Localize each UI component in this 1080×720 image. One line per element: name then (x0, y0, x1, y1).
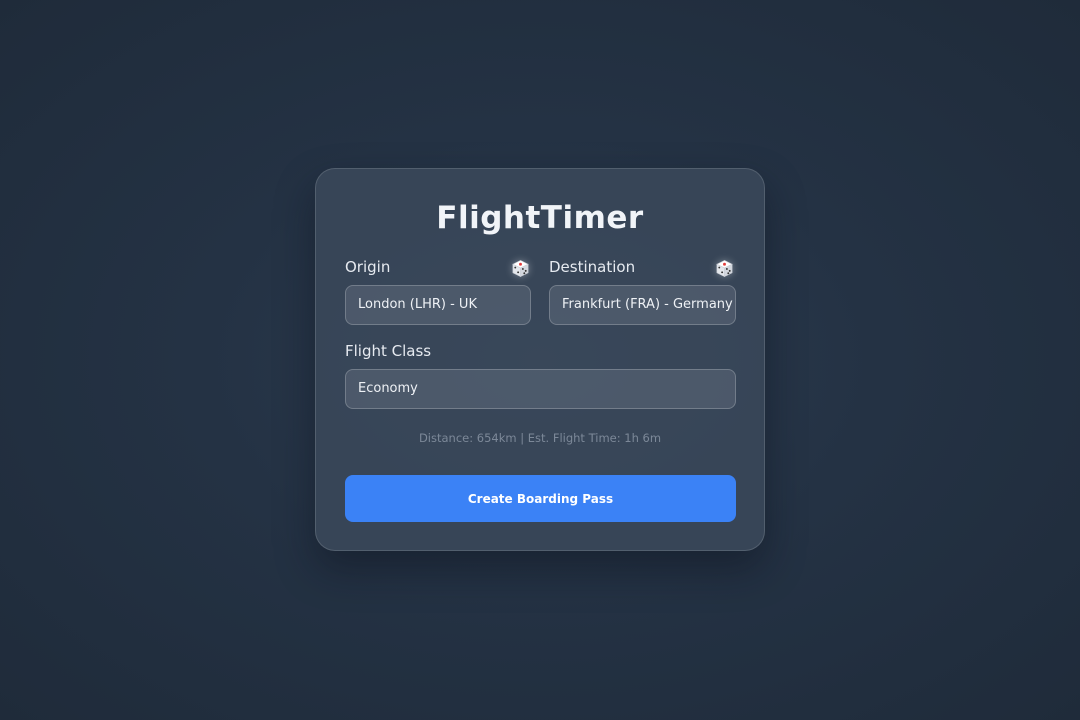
flight-info-text: Distance: 654km | Est. Flight Time: 1h 6… (418, 431, 662, 445)
dice-icon[interactable] (511, 259, 530, 278)
destination-input[interactable]: Frankfurt (FRA) - Germany (549, 285, 736, 325)
flight-class-select[interactable]: Economy (345, 369, 736, 409)
dice-icon[interactable] (715, 259, 734, 278)
app-title: FlightTimer (436, 200, 644, 236)
flight-class-label: Flight Class (345, 342, 432, 360)
origin-label: Origin (345, 258, 391, 276)
origin-input[interactable]: London (LHR) - UK (345, 285, 531, 325)
flight-form-card: FlightTimer Origin London (LHR) - UK Des… (315, 168, 765, 551)
destination-label: Destination (549, 258, 636, 276)
create-boarding-pass-button[interactable]: Create Boarding Pass (345, 475, 736, 522)
